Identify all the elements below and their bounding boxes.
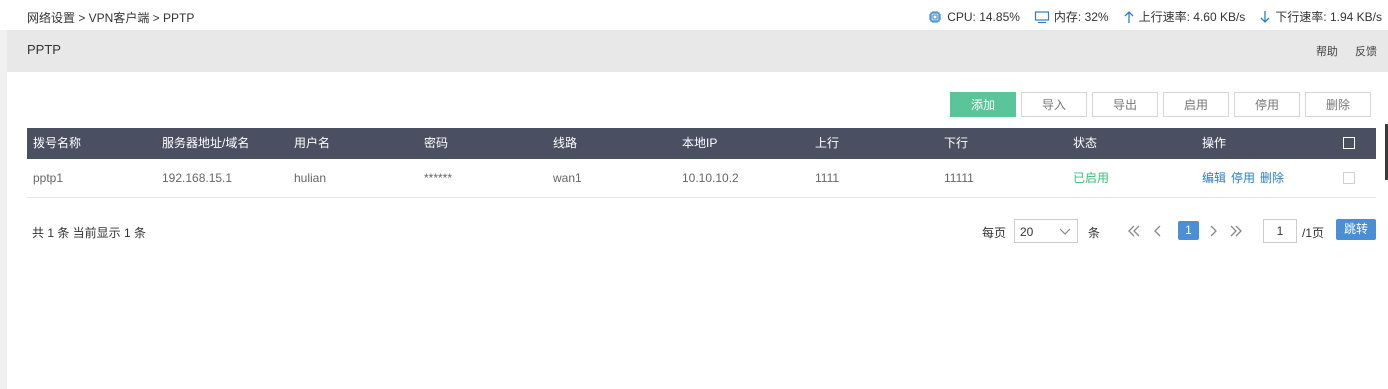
row-actions: 编辑 停用 删除: [1202, 159, 1289, 197]
cpu-stat: CPU: 14.85%: [927, 10, 1020, 24]
header-links: 帮助 反馈: [1302, 43, 1377, 59]
delete-button[interactable]: 删除: [1305, 92, 1371, 117]
cell-local-ip: 10.10.10.2: [682, 171, 739, 185]
col-line: 线路: [553, 136, 578, 150]
arrow-up-icon: [1124, 10, 1134, 23]
cell-server: 192.168.15.1: [162, 171, 233, 185]
feedback-link[interactable]: 反馈: [1355, 46, 1377, 58]
arrow-down-icon: [1260, 10, 1270, 23]
edit-link[interactable]: 编辑: [1202, 171, 1226, 185]
import-button[interactable]: 导入: [1021, 92, 1087, 117]
select-all-checkbox[interactable]: [1343, 137, 1355, 149]
memory-value: 内存: 32%: [1053, 10, 1109, 24]
breadcrumb: 网络设置 > VPN客户端 > PPTP: [27, 11, 195, 25]
toolbar: 添加 导入 导出 启用 停用 删除: [950, 92, 1371, 117]
prev-page-icon[interactable]: [1152, 224, 1164, 238]
cpu-value: CPU: 14.85%: [947, 9, 1020, 24]
per-page-value: 20: [1020, 225, 1034, 239]
col-dial-name: 拨号名称: [33, 136, 82, 150]
last-page-icon[interactable]: [1228, 224, 1244, 238]
enable-button[interactable]: 启用: [1163, 92, 1229, 117]
per-page-select[interactable]: 20: [1014, 219, 1078, 243]
delete-link[interactable]: 删除: [1260, 171, 1284, 185]
upload-stat: 上行速率: 4.60 KB/s: [1123, 8, 1246, 25]
next-page-icon[interactable]: [1207, 224, 1219, 238]
chevron-down-icon: [1059, 228, 1071, 235]
status-badge: 已启用: [1073, 171, 1110, 185]
cell-name: pptp1: [33, 171, 64, 185]
add-button[interactable]: 添加: [950, 92, 1016, 117]
col-up: 上行: [815, 136, 840, 150]
download-value: 下行速率: 1.94 KB/s: [1275, 10, 1382, 24]
monitor-icon: [1034, 10, 1050, 23]
export-button[interactable]: 导出: [1092, 92, 1158, 117]
table-header: 拨号名称 服务器地址/域名 用户名 密码 线路 本地IP 上行 下行 状态 操作: [27, 128, 1376, 159]
memory-stat: 内存: 32%: [1034, 8, 1109, 25]
col-actions: 操作: [1202, 136, 1227, 150]
help-link[interactable]: 帮助: [1316, 46, 1338, 58]
left-edge: [0, 0, 7, 389]
system-stats: CPU: 14.85% 内存: 32% 上行速率: 4.60 KB/s 下行速率…: [913, 8, 1382, 25]
col-status: 状态: [1073, 136, 1098, 150]
current-page-button[interactable]: 1: [1178, 221, 1199, 240]
pptp-table: 拨号名称 服务器地址/域名 用户名 密码 线路 本地IP 上行 下行 状态 操作…: [27, 128, 1376, 198]
page-total: /1页: [1302, 226, 1325, 240]
col-password: 密码: [424, 136, 449, 150]
col-down: 下行: [944, 136, 969, 150]
col-local-ip: 本地IP: [682, 136, 718, 150]
cell-username: hulian: [294, 171, 327, 185]
jump-button[interactable]: 跳转: [1336, 219, 1376, 240]
cell-up: 1111: [815, 171, 840, 185]
col-server: 服务器地址/域名: [162, 136, 250, 150]
row-checkbox[interactable]: [1343, 172, 1355, 184]
first-page-icon[interactable]: [1126, 224, 1142, 238]
page-number-input[interactable]: 1: [1263, 219, 1297, 243]
chip-icon: [929, 10, 942, 23]
per-page-label: 每页: [982, 226, 1007, 240]
page-header: PPTP 帮助 反馈: [7, 30, 1388, 72]
download-stat: 下行速率: 1.94 KB/s: [1259, 8, 1382, 25]
table-row: pptp1 192.168.15.1 hulian ****** wan1 10…: [27, 159, 1376, 198]
pagination: 每页 20 条 1 1 /1页 跳转: [0, 219, 1388, 243]
col-username: 用户名: [294, 136, 331, 150]
disable-link[interactable]: 停用: [1231, 171, 1255, 185]
disable-button[interactable]: 停用: [1234, 92, 1300, 117]
cell-down: 11111: [944, 171, 974, 185]
per-page-unit: 条: [1088, 226, 1101, 240]
upload-value: 上行速率: 4.60 KB/s: [1138, 10, 1246, 24]
cell-line: wan1: [553, 171, 582, 185]
cell-password: ******: [424, 171, 453, 185]
page-title: PPTP: [27, 42, 61, 57]
top-bar: 网络设置 > VPN客户端 > PPTP CPU: 14.85% 内存: 32%…: [0, 0, 1388, 30]
